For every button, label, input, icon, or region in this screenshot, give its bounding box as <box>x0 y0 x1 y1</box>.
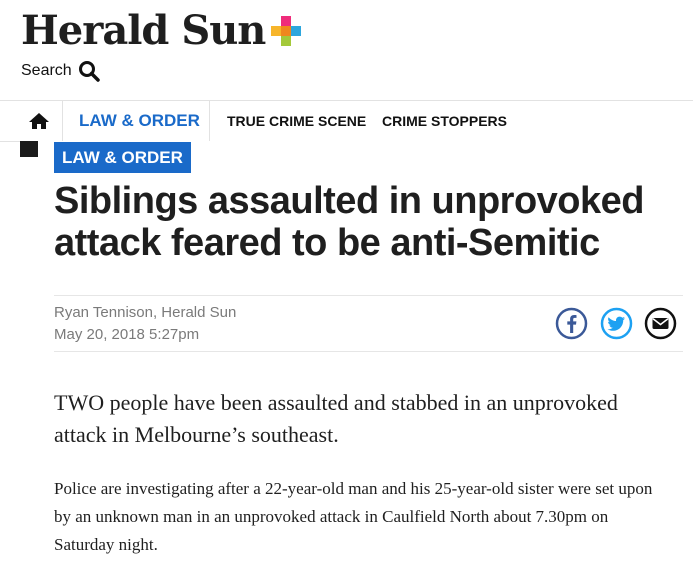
masthead: Herald Sun Search <box>0 0 693 100</box>
search-icon <box>78 60 100 82</box>
nav-divider <box>209 101 210 141</box>
home-icon[interactable] <box>28 111 50 131</box>
search-button[interactable]: Search <box>21 60 100 82</box>
divider <box>54 351 683 352</box>
section-nav: LAW & ORDER TRUE CRIME SCENE CRIME STOPP… <box>0 100 693 142</box>
article-headline: Siblings assaulted in unprovoked attack … <box>54 180 645 264</box>
article-paragraph: Police are investigating after a 22-year… <box>54 479 653 554</box>
nav-item-law-and-order[interactable]: LAW & ORDER <box>79 101 200 141</box>
site-logo[interactable]: Herald Sun <box>21 6 302 56</box>
plus-logo-icon <box>271 16 302 46</box>
nav-divider <box>62 101 63 141</box>
logo-text: Herald Sun <box>21 7 266 54</box>
article-lead: TWO people have been assaulted and stabb… <box>54 390 618 447</box>
section-tag[interactable]: LAW & ORDER <box>54 142 191 173</box>
publish-date: May 20, 2018 5:27pm <box>54 326 200 343</box>
nav-item-crime-stoppers[interactable]: CRIME STOPPERS <box>382 101 507 141</box>
email-icon[interactable] <box>644 307 677 340</box>
divider <box>54 295 683 296</box>
facebook-icon[interactable] <box>555 307 588 340</box>
byline[interactable]: Ryan Tennison, Herald Sun <box>54 303 236 323</box>
twitter-icon[interactable] <box>600 307 633 340</box>
search-label: Search <box>21 62 72 79</box>
nav-item-true-crime-scene[interactable]: TRUE CRIME SCENE <box>227 101 366 141</box>
